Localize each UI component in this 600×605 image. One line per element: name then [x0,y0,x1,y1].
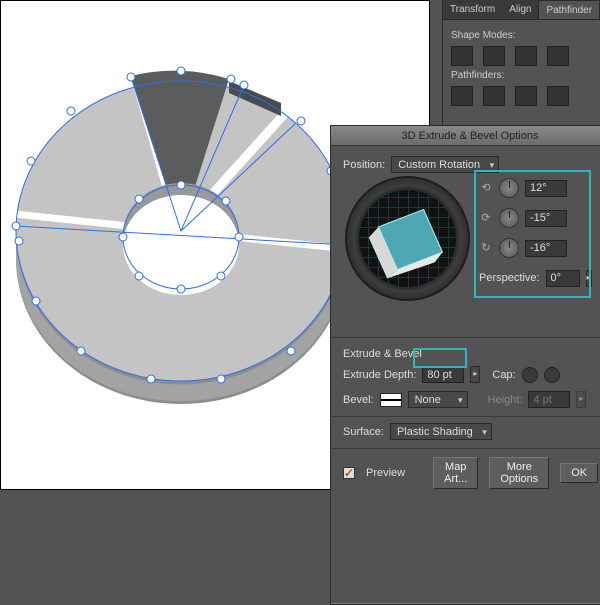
crop-icon[interactable] [547,86,569,106]
unite-icon[interactable] [451,46,473,66]
bevel-height-input [528,391,570,408]
position-label: Position: [343,159,385,171]
tab-pathfinder[interactable]: Pathfinder [538,0,600,19]
bevel-select[interactable]: None [408,391,468,408]
rotation-y-input[interactable] [525,210,567,227]
ok-button[interactable]: OK [560,463,598,483]
extrude-depth-input[interactable] [422,366,464,383]
axis-z-icon: ↻ [479,241,493,255]
perspective-label: Perspective: [479,272,540,284]
surface-select[interactable]: Plastic Shading [390,423,492,440]
dialog-title: 3D Extrude & Bevel Options [331,126,600,146]
cap-on-icon[interactable] [522,367,538,383]
trim-icon[interactable] [483,86,505,106]
map-art-button[interactable]: Map Art... [433,457,478,489]
divide-icon[interactable] [451,86,473,106]
rotation-controls: ⟲ ⟳ ↻ Perspective: ▸ [479,176,591,296]
extrude-bevel-section-label: Extrude & Bevel [343,348,597,360]
extrude-depth-stepper[interactable]: ▸ [470,366,480,383]
cap-off-icon[interactable] [544,367,560,383]
rotation-track[interactable] [345,176,470,306]
height-label: Height: [488,394,523,406]
pathfinder-panel: Transform Align Pathfinder Shape Modes: … [442,0,600,140]
bevel-height-stepper: ▸ [576,391,586,408]
axis-x-icon: ⟲ [479,181,493,195]
surface-label: Surface: [343,426,384,438]
extrude-depth-label: Extrude Depth: [343,369,416,381]
cube-preview-icon [347,178,470,301]
perspective-stepper[interactable]: ▸ [586,270,592,287]
pathfinders-label: Pathfinders: [451,70,592,81]
minus-front-icon[interactable] [483,46,505,66]
cap-label: Cap: [492,369,515,381]
bevel-swatch[interactable] [380,393,402,407]
perspective-input[interactable] [546,270,580,287]
position-select[interactable]: Custom Rotation [391,156,499,173]
rotation-y-dial[interactable] [499,208,519,228]
rotation-x-dial[interactable] [499,178,519,198]
bevel-label: Bevel: [343,394,374,406]
rotation-z-input[interactable] [525,240,567,257]
more-options-button[interactable]: More Options [489,457,549,489]
panel-tabs: Transform Align Pathfinder [443,0,600,20]
intersect-icon[interactable] [515,46,537,66]
preview-checkbox[interactable]: ✓ [343,467,355,479]
tab-align[interactable]: Align [502,0,538,19]
rotation-z-dial[interactable] [499,238,519,258]
axis-y-icon: ⟳ [479,211,493,225]
preview-label: Preview [366,467,405,479]
rotation-x-input[interactable] [525,180,567,197]
merge-icon[interactable] [515,86,537,106]
tab-transform[interactable]: Transform [443,0,502,19]
exclude-icon[interactable] [547,46,569,66]
shape-modes-label: Shape Modes: [451,30,592,41]
